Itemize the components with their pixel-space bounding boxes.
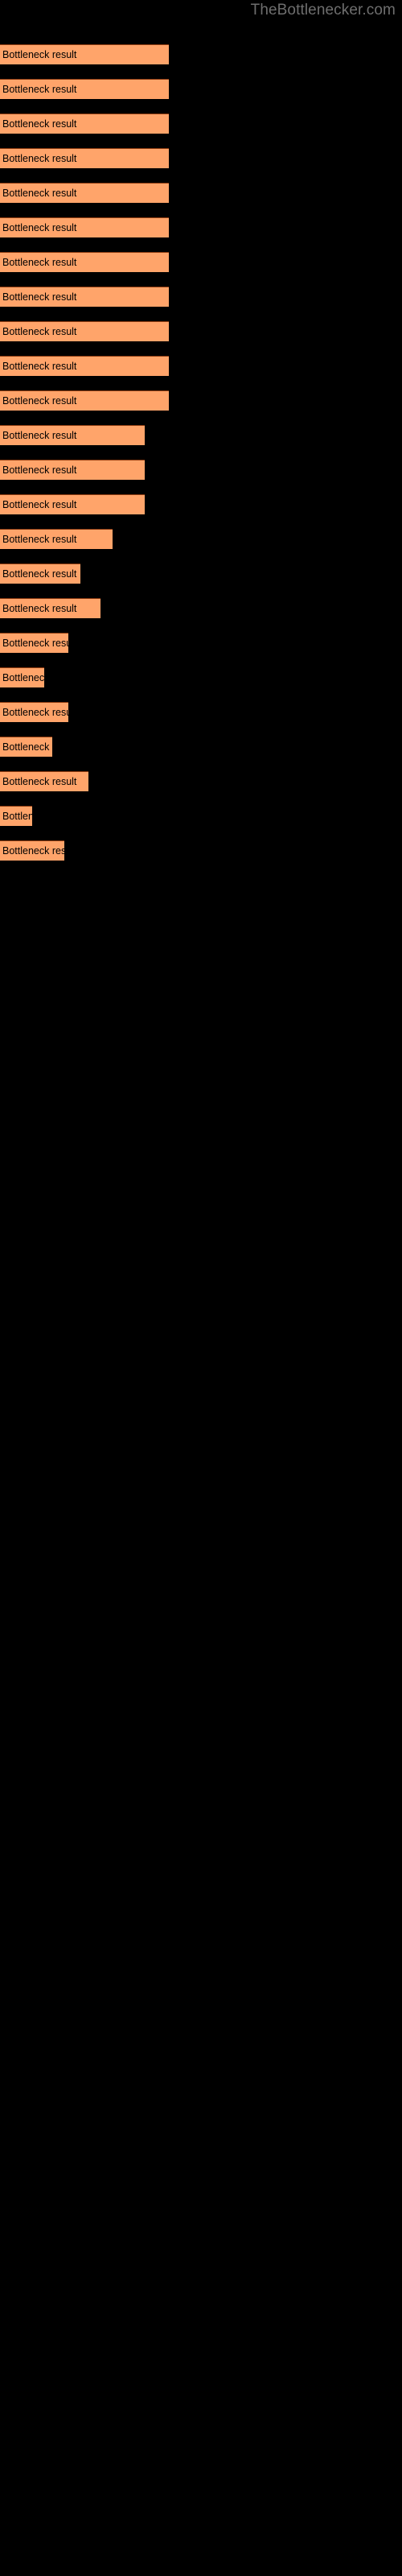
bar: Bottleneck result [0, 217, 169, 237]
bar: Bottleneck result [0, 321, 169, 341]
bar-chart: TheBottlenecker.com Bottleneck result Bot… [0, 0, 402, 2576]
bar-label: Bottleneck result [2, 672, 44, 683]
bar: Bottleneck result [0, 460, 145, 480]
bar: Bottleneck result [0, 183, 169, 203]
bar: Bottleneck result [0, 667, 44, 687]
bar-label: Bottleneck result [2, 257, 77, 268]
bar-label: Bottleneck result [2, 568, 77, 580]
bar-label: Bottleneck result [2, 499, 77, 510]
bar-label: Bottleneck result [2, 811, 32, 822]
bar: Bottleneck result [0, 633, 68, 653]
bar: Bottleneck result [0, 114, 169, 134]
bar: Bottleneck result [0, 564, 80, 584]
bar: Bottleneck result [0, 148, 169, 168]
bar-label: Bottleneck result [2, 153, 77, 164]
site-watermark: TheBottlenecker.com [250, 2, 396, 19]
bar-label: Bottleneck result [2, 603, 77, 614]
bar: Bottleneck result [0, 79, 169, 99]
bar-label: Bottleneck result [2, 118, 77, 130]
bar: Bottleneck result [0, 44, 169, 64]
bar-label: Bottleneck result [2, 776, 77, 787]
bar: Bottleneck result [0, 252, 169, 272]
bar-label: Bottleneck result [2, 84, 77, 95]
bar-label: Bottleneck result [2, 741, 52, 753]
bar-label: Bottleneck result [2, 326, 77, 337]
bar-label: Bottleneck result [2, 464, 77, 476]
bar-label: Bottleneck result [2, 361, 77, 372]
bar: Bottleneck result [0, 771, 88, 791]
bar: Bottleneck result [0, 356, 169, 376]
bar: Bottleneck result [0, 287, 169, 307]
bar: Bottleneck result [0, 390, 169, 411]
bar-label: Bottleneck result [2, 845, 64, 857]
bar-label: Bottleneck result [2, 291, 77, 303]
bar-label: Bottleneck result [2, 430, 77, 441]
bar-label: Bottleneck result [2, 222, 77, 233]
bar: Bottleneck result [0, 494, 145, 514]
bar: Bottleneck result [0, 529, 113, 549]
bar: Bottleneck result [0, 425, 145, 445]
bar-label: Bottleneck result [2, 395, 77, 407]
bar: Bottleneck result [0, 702, 68, 722]
bar: Bottleneck result [0, 806, 32, 826]
bar-label: Bottleneck result [2, 534, 77, 545]
bar: Bottleneck result [0, 840, 64, 861]
bar-label: Bottleneck result [2, 638, 68, 649]
bar-label: Bottleneck result [2, 707, 68, 718]
bar: Bottleneck result [0, 598, 100, 618]
bar-label: Bottleneck result [2, 49, 77, 60]
bar-label: Bottleneck result [2, 188, 77, 199]
bar: Bottleneck result [0, 737, 52, 757]
